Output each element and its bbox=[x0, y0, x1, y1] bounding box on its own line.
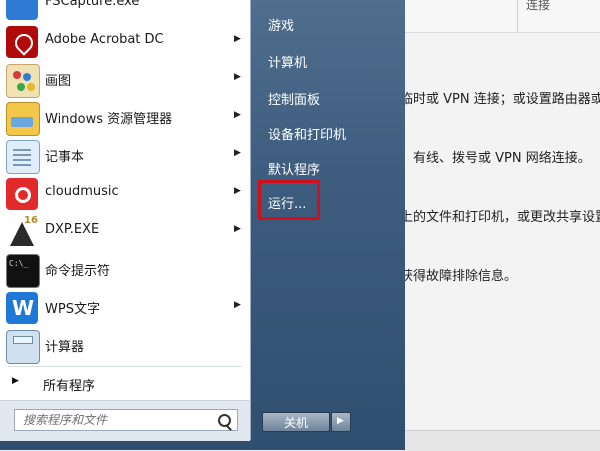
window-status-strip bbox=[400, 430, 600, 451]
program-item-acrobat[interactable]: Adobe Acrobat DC ▶ bbox=[0, 23, 250, 61]
dxp-icon bbox=[6, 215, 38, 248]
acrobat-icon bbox=[6, 26, 38, 58]
program-label: 计算器 bbox=[45, 340, 85, 355]
program-item-cmd[interactable]: 命令提示符 bbox=[0, 251, 250, 289]
submenu-arrow-icon[interactable]: ▶ bbox=[234, 110, 241, 120]
submenu-arrow-icon[interactable]: ▶ bbox=[234, 186, 241, 196]
program-label: FSCapture.exe bbox=[45, 0, 140, 9]
fscapture-icon bbox=[6, 0, 38, 20]
submenu-arrow-icon[interactable]: ▶ bbox=[234, 72, 241, 82]
submenu-arrow-icon[interactable]: ▶ bbox=[234, 148, 241, 158]
program-item-fscapture[interactable]: FSCapture.exe bbox=[0, 0, 250, 23]
description-line: 临时或 VPN 连接；或设置路由器或访 bbox=[400, 92, 600, 107]
program-item-wps[interactable]: WPS文字 ▶ bbox=[0, 289, 250, 327]
toolbar-divider bbox=[517, 0, 518, 32]
submenu-arrow-icon[interactable]: ▶ bbox=[234, 34, 241, 44]
shutdown-label: 关机 bbox=[283, 416, 308, 430]
calculator-icon bbox=[6, 330, 40, 364]
right-item-games[interactable]: 游戏 bbox=[268, 15, 294, 34]
shutdown-button[interactable]: 关机 bbox=[262, 412, 330, 432]
cloudmusic-icon bbox=[6, 178, 38, 210]
program-label: WPS文字 bbox=[45, 302, 100, 317]
program-label: 命令提示符 bbox=[45, 264, 111, 279]
program-item-cloudmusic[interactable]: cloudmusic ▶ bbox=[0, 175, 250, 213]
run-item-highlight[interactable]: 运行... bbox=[258, 180, 320, 220]
paint-icon bbox=[6, 64, 40, 98]
programs-pane: FSCapture.exe Adobe Acrobat DC ▶ 画图 ▶ Wi… bbox=[0, 0, 251, 441]
program-label: Windows 资源管理器 bbox=[45, 112, 173, 127]
search-icon[interactable] bbox=[218, 414, 231, 427]
program-label: 画图 bbox=[45, 74, 72, 89]
description-line: 、有线、拨号或 VPN 网络连接。 bbox=[400, 151, 591, 166]
all-programs-label: 所有程序 bbox=[43, 379, 96, 394]
run-item-label: 运行... bbox=[268, 197, 307, 212]
right-item-computer[interactable]: 计算机 bbox=[268, 52, 307, 71]
cmd-icon bbox=[6, 254, 40, 288]
program-label: 记事本 bbox=[45, 150, 85, 165]
right-item-control-panel[interactable]: 控制面板 bbox=[268, 89, 320, 108]
right-item-default-programs[interactable]: 默认程序 bbox=[268, 159, 320, 178]
description-line: 上的文件和打印机，或更改共享设置。 bbox=[400, 210, 600, 225]
program-item-notepad[interactable]: 记事本 ▶ bbox=[0, 137, 250, 175]
shutdown-options-button[interactable]: ▶ bbox=[331, 412, 351, 432]
program-item-dxp[interactable]: DXP.EXE ▶ bbox=[0, 213, 250, 251]
window-toolbar: 连接 bbox=[400, 0, 600, 33]
start-menu: FSCapture.exe Adobe Acrobat DC ▶ 画图 ▶ Wi… bbox=[0, 0, 405, 450]
search-box[interactable] bbox=[14, 409, 238, 431]
program-label: cloudmusic bbox=[45, 184, 119, 199]
expand-arrow-icon: ▶ bbox=[12, 376, 19, 386]
toolbar-tab-fragment[interactable]: 连接 bbox=[526, 0, 550, 13]
right-item-devices-printers[interactable]: 设备和打印机 bbox=[268, 124, 346, 143]
explorer-icon bbox=[6, 102, 40, 136]
program-item-explorer[interactable]: Windows 资源管理器 ▶ bbox=[0, 99, 250, 137]
chevron-right-icon: ▶ bbox=[337, 416, 344, 426]
description-line: 获得故障排除信息。 bbox=[400, 269, 518, 284]
program-item-calculator[interactable]: 计算器 bbox=[0, 327, 250, 365]
program-label: Adobe Acrobat DC bbox=[45, 32, 164, 47]
submenu-arrow-icon[interactable]: ▶ bbox=[234, 224, 241, 234]
all-programs-button[interactable]: ▶ 所有程序 bbox=[0, 370, 250, 396]
search-input[interactable] bbox=[15, 410, 223, 430]
submenu-arrow-icon[interactable]: ▶ bbox=[234, 300, 241, 310]
program-item-paint[interactable]: 画图 ▶ bbox=[0, 61, 250, 99]
notepad-icon bbox=[6, 140, 40, 174]
program-label: DXP.EXE bbox=[45, 222, 100, 237]
search-bar-area bbox=[0, 400, 250, 441]
control-panel-window: 连接 临时或 VPN 连接；或设置路由器或访 、有线、拨号或 VPN 网络连接。… bbox=[400, 0, 600, 451]
wps-icon bbox=[6, 292, 38, 324]
menu-divider bbox=[8, 366, 242, 367]
